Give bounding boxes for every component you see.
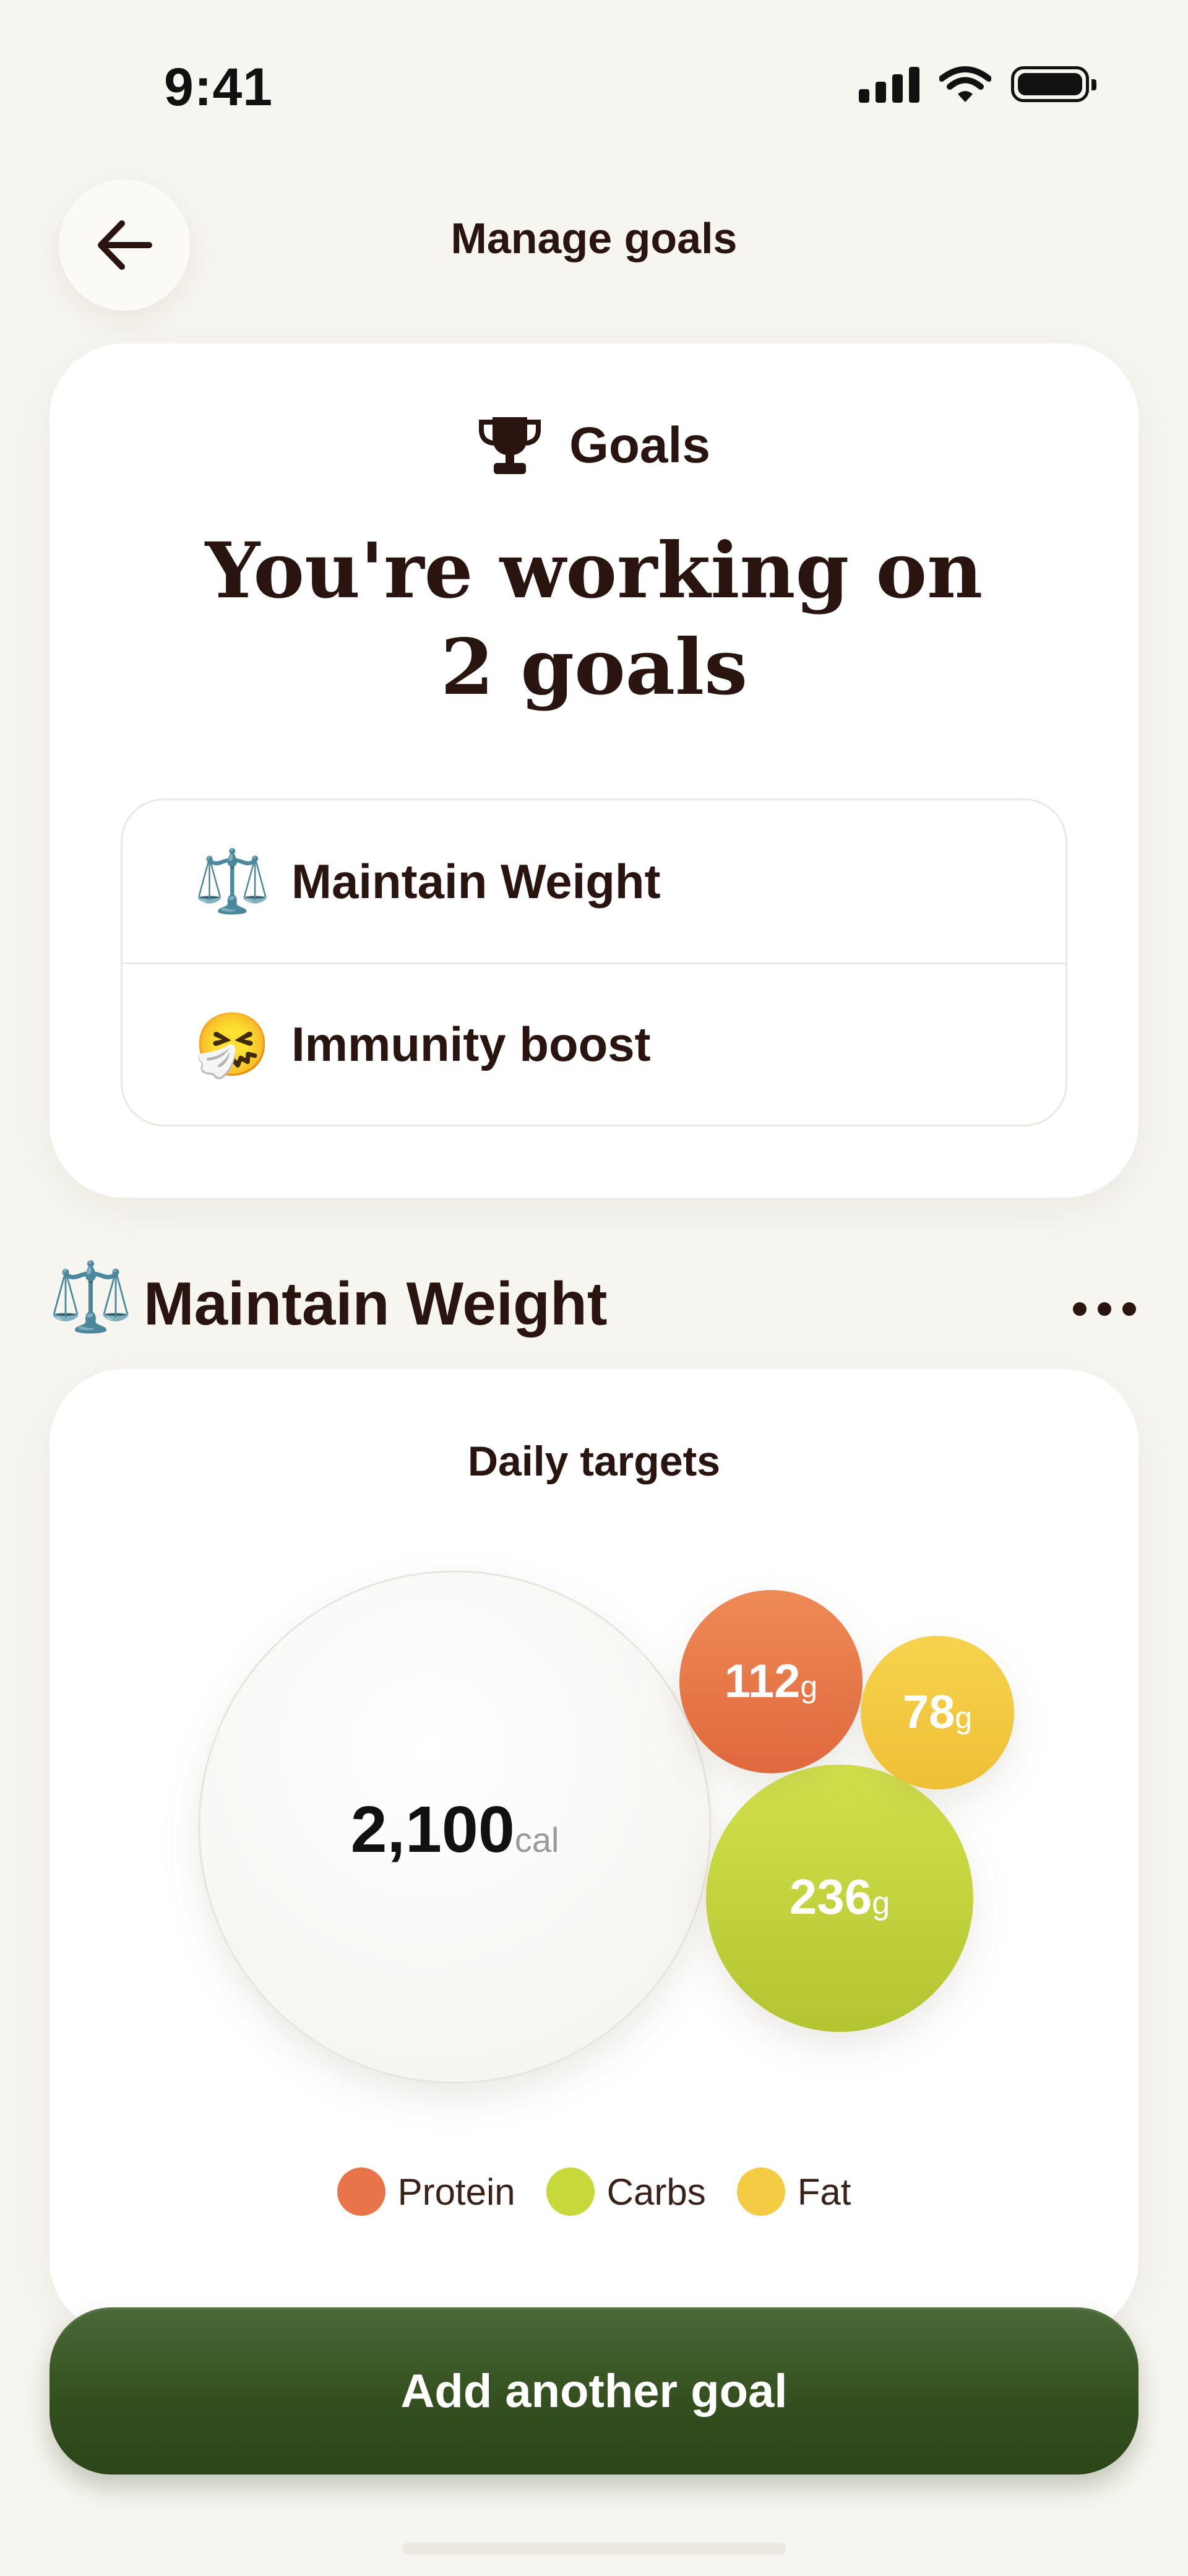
- macro-legend: Protein Carbs Fat: [50, 2168, 1138, 2216]
- status-time: 9:41: [164, 58, 273, 117]
- carbs-dot-icon: [546, 2168, 595, 2216]
- protein-unit: g: [800, 1669, 817, 1704]
- status-icons: [859, 65, 1096, 103]
- goals-headline-line1: You're working on: [205, 526, 983, 616]
- legend-item-protein: Protein: [337, 2168, 515, 2216]
- protein-dot-icon: [337, 2168, 385, 2216]
- protein-value: 112: [725, 1655, 801, 1708]
- legend-label: Carbs: [606, 2171, 706, 2213]
- goal-list: ⚖️ Maintain Weight 🤧 Immunity boost: [121, 798, 1067, 1126]
- add-another-goal-button[interactable]: Add another goal: [50, 2307, 1138, 2474]
- calories-unit: cal: [515, 1820, 559, 1859]
- more-options-button[interactable]: [1064, 1287, 1145, 1331]
- balance-scale-icon: ⚖️: [48, 1257, 133, 1336]
- legend-label: Protein: [397, 2171, 515, 2213]
- trophy-icon: [479, 417, 541, 474]
- page-title: Manage goals: [450, 214, 738, 262]
- more-dot: [1073, 1302, 1087, 1316]
- carbs-unit: g: [872, 1885, 890, 1921]
- daily-targets-card: Daily targets 2,100cal 236g 112g 78g Pro…: [50, 1369, 1138, 2335]
- goal-item-maintain-weight[interactable]: ⚖️ Maintain Weight: [123, 800, 1065, 962]
- section-title: Maintain Weight: [144, 1269, 608, 1338]
- calories-value: 2,100: [351, 1793, 515, 1866]
- legend-item-fat: Fat: [736, 2168, 851, 2216]
- more-dot: [1122, 1302, 1136, 1316]
- signal-icon: [859, 66, 919, 103]
- goals-headline: You're working on 2 goals: [50, 523, 1138, 716]
- fat-dot-icon: [736, 2168, 785, 2216]
- fat-unit: g: [955, 1700, 972, 1735]
- fat-value: 78: [903, 1686, 955, 1739]
- more-dot: [1098, 1302, 1111, 1316]
- legend-label: Fat: [797, 2171, 851, 2213]
- home-indicator: [402, 2543, 786, 2555]
- goal-item-label: Immunity boost: [291, 1017, 651, 1071]
- carbs-value: 236: [790, 1869, 872, 1924]
- battery-icon: [1011, 66, 1096, 102]
- goal-item-label: Maintain Weight: [291, 854, 661, 909]
- goal-item-immunity-boost[interactable]: 🤧 Immunity boost: [123, 962, 1065, 1125]
- legend-item-carbs: Carbs: [546, 2168, 706, 2216]
- goals-heading: Goals: [50, 415, 1138, 477]
- wifi-icon: [939, 66, 991, 102]
- goals-headline-line2: 2 goals: [440, 623, 748, 712]
- balance-scale-icon: ⚖️: [194, 845, 271, 917]
- sneezing-face-icon: 🤧: [194, 1008, 271, 1081]
- goals-card: Goals You're working on 2 goals ⚖️ Maint…: [50, 344, 1138, 1198]
- goals-heading-label: Goals: [569, 417, 710, 473]
